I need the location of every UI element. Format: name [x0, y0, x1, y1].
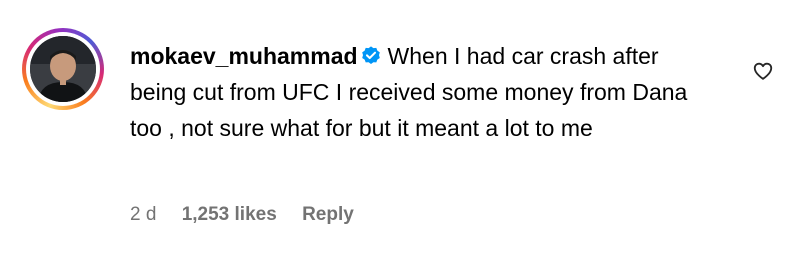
likes-count[interactable]: 1,253 likes: [182, 204, 277, 225]
avatar[interactable]: [30, 36, 96, 102]
comment-body: mokaev_muhammad When I had car crash afte…: [130, 38, 720, 146]
comment: mokaev_muhammad When I had car crash afte…: [22, 28, 792, 238]
reply-button[interactable]: Reply: [302, 204, 354, 225]
heart-outline-icon[interactable]: [752, 60, 774, 82]
comment-timestamp[interactable]: 2 d: [130, 204, 156, 225]
verified-badge-icon: [361, 46, 380, 64]
username-link[interactable]: mokaev_muhammad: [130, 43, 358, 69]
avatar-image: [30, 36, 96, 102]
comment-meta: 2 d 1,253 likes Reply: [130, 204, 374, 226]
avatar-story-ring[interactable]: [22, 28, 104, 110]
